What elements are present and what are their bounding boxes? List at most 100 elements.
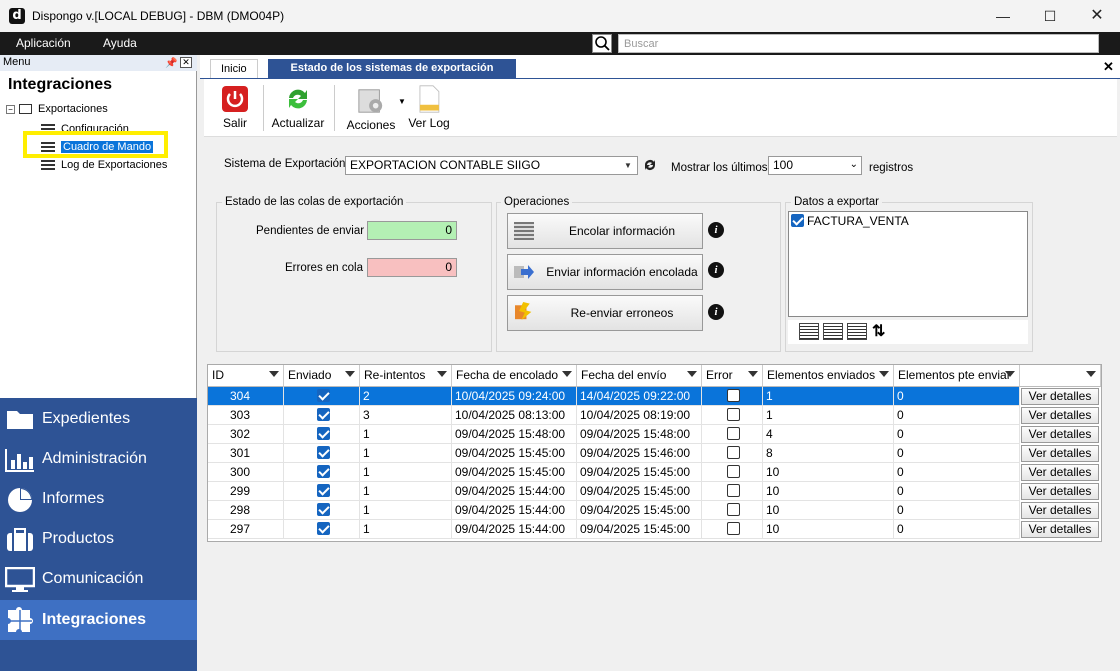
minimize-icon[interactable]: — xyxy=(980,0,1026,32)
nav-productos[interactable]: Productos xyxy=(0,519,197,559)
pin-icon[interactable]: 📌 xyxy=(165,56,177,69)
mostrar-select[interactable]: 100 ⌄ xyxy=(768,156,862,175)
encolar-button[interactable]: Encolar información pendiente xyxy=(507,213,703,272)
nav-comunicacion[interactable]: Comunicación xyxy=(0,559,197,599)
enviado-checkbox[interactable] xyxy=(316,522,330,535)
ver-detalles-button[interactable]: Ver detalles xyxy=(1021,521,1099,538)
datos-item-factura-venta[interactable]: FACTURA_VENTA xyxy=(791,214,909,228)
tab-inicio[interactable]: Inicio xyxy=(210,59,258,79)
filter-icon[interactable] xyxy=(1005,371,1015,380)
ver-detalles-button[interactable]: Ver detalles xyxy=(1021,426,1099,443)
search-input[interactable]: Buscar xyxy=(618,34,1099,53)
enviado-checkbox[interactable] xyxy=(316,503,330,516)
search-icon[interactable] xyxy=(592,34,612,53)
maximize-icon[interactable]: ☐ xyxy=(1027,0,1073,32)
nav-label: Comunicación xyxy=(42,570,144,587)
filter-icon[interactable] xyxy=(1086,371,1096,380)
salir-button[interactable]: Salir xyxy=(218,85,252,130)
error-checkbox[interactable] xyxy=(727,465,740,478)
cell-fecha-encolado: 09/04/2025 15:44:00 xyxy=(452,520,577,539)
nav-informes[interactable]: Informes xyxy=(0,479,197,519)
filter-icon[interactable] xyxy=(687,371,697,380)
column-header-actions[interactable] xyxy=(1020,365,1101,387)
ver-detalles-button[interactable]: Ver detalles xyxy=(1021,407,1099,424)
invert-selection-icon[interactable] xyxy=(847,323,867,340)
filter-icon[interactable] xyxy=(269,371,279,380)
collapse-icon[interactable]: − xyxy=(6,104,15,114)
column-header-reintentos[interactable]: Re-intentos xyxy=(360,365,452,387)
verlog-button[interactable]: Ver Log xyxy=(408,85,450,130)
error-checkbox[interactable] xyxy=(727,503,740,516)
table-row[interactable]: 297 1 09/04/2025 15:44:00 09/04/2025 15:45:… xyxy=(208,520,1101,539)
column-header-fecha-envio[interactable]: Fecha del envío xyxy=(577,365,702,387)
table-row[interactable]: 298 1 09/04/2025 15:44:00 09/04/2025 15:45:… xyxy=(208,501,1101,520)
cell-elementos-enviados: 10 xyxy=(763,501,894,520)
enviado-checkbox[interactable] xyxy=(316,389,330,402)
error-checkbox[interactable] xyxy=(727,446,740,459)
nav-label: Expedientes xyxy=(42,410,131,427)
filter-icon[interactable] xyxy=(748,371,758,380)
column-header-id[interactable]: ID xyxy=(208,365,284,387)
close-icon[interactable]: ✕ xyxy=(1074,0,1120,32)
tab-estado-exportacion[interactable]: Estado de los sistemas de exportación xyxy=(268,59,516,79)
dropdown-arrow-icon[interactable]: ▼ xyxy=(398,97,406,106)
enviado-checkbox[interactable] xyxy=(316,408,330,421)
filter-icon[interactable] xyxy=(562,371,572,380)
check-all-icon[interactable] xyxy=(799,323,819,340)
column-header-elementos-enviados[interactable]: Elementos enviados xyxy=(763,365,894,387)
nav-integraciones[interactable]: Integraciones xyxy=(0,600,197,640)
ver-detalles-button[interactable]: Ver detalles xyxy=(1021,464,1099,481)
table-row[interactable]: 302 1 09/04/2025 15:48:00 09/04/2025 15:48:… xyxy=(208,425,1101,444)
enviado-checkbox[interactable] xyxy=(316,427,330,440)
filter-icon[interactable] xyxy=(879,371,889,380)
enviar-button[interactable]: Enviar información encolada xyxy=(507,254,703,290)
ver-detalles-button[interactable]: Ver detalles xyxy=(1021,502,1099,519)
nav-expedientes[interactable]: Expedientes xyxy=(0,399,197,439)
menu-aplicacion[interactable]: Aplicación xyxy=(16,36,71,50)
info-icon[interactable]: i xyxy=(708,262,724,278)
tree-item-log-de-exportaciones[interactable]: Log de Exportaciones xyxy=(41,158,167,172)
error-checkbox[interactable] xyxy=(727,522,740,535)
error-checkbox[interactable] xyxy=(727,389,740,402)
enviado-checkbox[interactable] xyxy=(316,446,330,459)
column-header-error[interactable]: Error xyxy=(702,365,763,387)
ver-detalles-button[interactable]: Ver detalles xyxy=(1021,483,1099,500)
error-checkbox[interactable] xyxy=(727,408,740,421)
enviados-value: 8 xyxy=(766,446,773,460)
sistema-select[interactable]: EXPORTACION CONTABLE SIIGO ▼ xyxy=(345,156,638,175)
nav-administracion[interactable]: Administración xyxy=(0,439,197,479)
error-checkbox[interactable] xyxy=(727,484,740,497)
table-row[interactable]: 303 3 10/04/2025 08:13:00 10/04/2025 08:19:… xyxy=(208,406,1101,425)
enviado-checkbox[interactable] xyxy=(316,465,330,478)
filter-icon[interactable] xyxy=(437,371,447,380)
reintentos-value: 1 xyxy=(363,522,370,536)
cell-elementos-pte: 0 xyxy=(894,501,1020,520)
tab-close-icon[interactable]: ✕ xyxy=(1103,59,1114,75)
actualizar-button[interactable]: Actualizar xyxy=(270,85,326,130)
info-icon[interactable]: i xyxy=(708,222,724,238)
reload-icon[interactable] xyxy=(642,157,658,173)
ver-detalles-button[interactable]: Ver detalles xyxy=(1021,445,1099,462)
ver-detalles-button[interactable]: Ver detalles xyxy=(1021,388,1099,405)
enviado-checkbox[interactable] xyxy=(316,484,330,497)
checkbox[interactable] xyxy=(791,214,804,227)
uncheck-all-icon[interactable] xyxy=(823,323,843,340)
cell-actions: Ver detalles xyxy=(1020,463,1099,481)
error-checkbox[interactable] xyxy=(727,427,740,440)
filter-icon[interactable] xyxy=(345,371,355,380)
table-row[interactable]: ▶304 2 10/04/2025 09:24:00 14/04/2025 09:22… xyxy=(208,387,1101,406)
tree-item-cuadro-de-mando[interactable]: Cuadro de Mando xyxy=(41,140,154,154)
reenviar-button[interactable]: Re-enviar erroneos xyxy=(507,295,703,331)
table-row[interactable]: 301 1 09/04/2025 15:45:00 09/04/2025 15:46:… xyxy=(208,444,1101,463)
sort-icon[interactable]: ⇅ xyxy=(872,321,885,341)
table-row[interactable]: 299 1 09/04/2025 15:44:00 09/04/2025 15:45:… xyxy=(208,482,1101,501)
menu-ayuda[interactable]: Ayuda xyxy=(103,36,137,50)
info-icon[interactable]: i xyxy=(708,304,724,320)
panel-close-icon[interactable]: ✕ xyxy=(180,57,192,68)
column-header-enviado[interactable]: Enviado xyxy=(284,365,360,387)
tree-root-exportaciones[interactable]: − Exportaciones xyxy=(6,102,108,116)
table-row[interactable]: 300 1 09/04/2025 15:45:00 09/04/2025 15:45:… xyxy=(208,463,1101,482)
acciones-button[interactable]: Acciones ▼ xyxy=(340,87,406,132)
column-header-fecha-encolado[interactable]: Fecha de encolado xyxy=(452,365,577,387)
column-header-elementos-pte[interactable]: Elementos pte enviar xyxy=(894,365,1020,387)
